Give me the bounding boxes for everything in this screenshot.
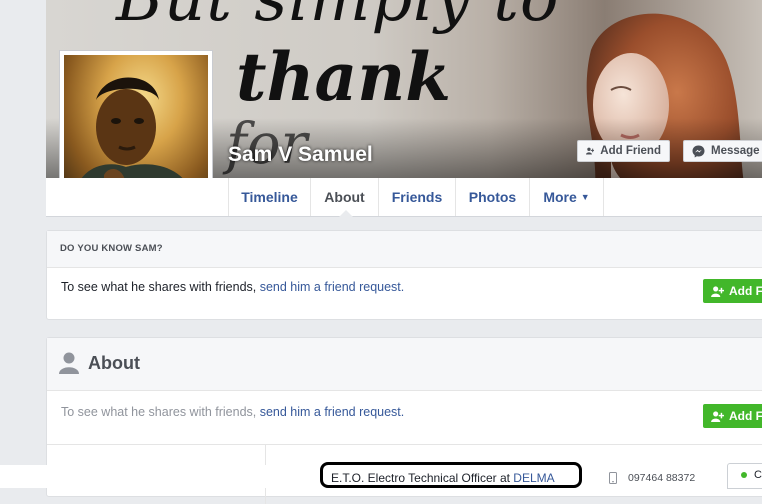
card-title: DO YOU KNOW SAM?: [60, 243, 163, 254]
tab-timeline[interactable]: Timeline: [228, 178, 310, 216]
company-link[interactable]: DELMA: [513, 471, 554, 485]
tab-friends[interactable]: Friends: [378, 178, 455, 216]
about-send-friend-request-link[interactable]: send him a friend request.: [260, 405, 405, 419]
message-button[interactable]: Message: [683, 140, 762, 162]
about-title: About: [88, 353, 140, 373]
add-friend-green-label: Add F: [729, 284, 762, 298]
add-friend-icon: [586, 147, 595, 155]
person-icon: [59, 352, 79, 374]
add-friend-icon: [711, 410, 724, 422]
profile-nav-bar: Timeline About Friends Photos More ▼: [46, 178, 762, 217]
about-share-message: To see what he shares with friends, send…: [61, 405, 404, 419]
messenger-icon: [692, 145, 705, 157]
do-you-know-card: DO YOU KNOW SAM? To see what he shares w…: [46, 230, 762, 320]
phone-icon: [609, 472, 617, 484]
add-friend-label: Add Friend: [600, 145, 661, 157]
job-detail: E.T.O. Electro Technical Officer at DELM…: [331, 471, 555, 485]
about-divider: [47, 444, 762, 445]
chat-label: C: [754, 469, 762, 481]
about-add-friend-label: Add F: [729, 409, 762, 423]
avatar-image: [64, 55, 208, 197]
about-header: [47, 338, 762, 391]
tab-photos[interactable]: Photos: [455, 178, 529, 216]
phone-number: 097464 88372: [628, 472, 696, 484]
cover-quote-line-1: But simply to: [116, 0, 560, 36]
add-friend-green-button[interactable]: Add F: [703, 279, 762, 303]
job-title-text: E.T.O. Electro Technical Officer at: [331, 471, 514, 485]
tab-more[interactable]: More ▼: [529, 178, 604, 216]
message-label: Message: [711, 145, 760, 157]
active-tab-indicator: [339, 210, 353, 217]
send-friend-request-link[interactable]: send him a friend request.: [260, 280, 405, 294]
share-message-text: To see what he shares with friends,: [61, 280, 260, 294]
profile-name[interactable]: Sam V Samuel: [228, 143, 373, 167]
add-friend-button[interactable]: Add Friend: [577, 140, 670, 162]
chevron-down-icon: ▼: [580, 192, 590, 202]
chat-button[interactable]: C: [727, 463, 762, 489]
online-status-icon: [741, 472, 747, 478]
tab-about-label: About: [324, 189, 365, 205]
tab-about[interactable]: About: [310, 178, 378, 217]
tab-more-label: More: [543, 189, 577, 205]
cover-quote-line-2: thank: [236, 38, 451, 116]
about-share-message-text: To see what he shares with friends,: [61, 405, 260, 419]
add-friend-icon: [711, 285, 724, 297]
about-add-friend-button[interactable]: Add F: [703, 404, 762, 428]
share-message: To see what he shares with friends, send…: [61, 280, 404, 294]
